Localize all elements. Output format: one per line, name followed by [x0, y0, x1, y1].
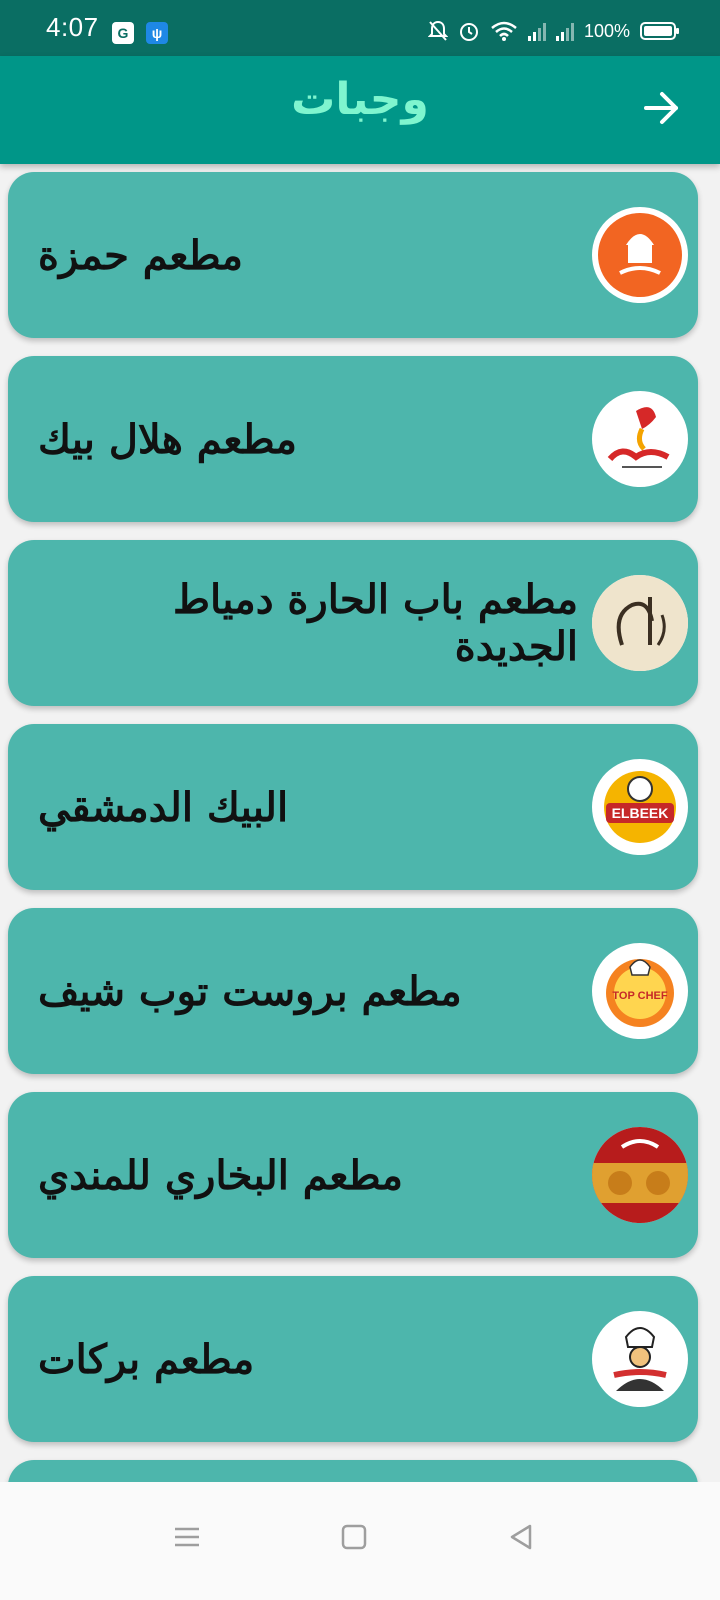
mute-bell-icon — [427, 20, 448, 41]
system-icons: 100% — [427, 20, 679, 42]
elbukhari-logo — [592, 1127, 688, 1223]
bab-elhara-logo — [592, 575, 688, 671]
back-button[interactable] — [640, 86, 684, 130]
translate-icon: G — [112, 22, 134, 44]
arrow-back-icon — [644, 92, 678, 124]
restaurant-card[interactable] — [8, 1460, 698, 1482]
wifi-icon — [491, 21, 517, 41]
svg-text:ELBEEK: ELBEEK — [612, 805, 669, 821]
restaurant-card[interactable]: مطعم باب الحارة دمياط الجديدة — [8, 540, 698, 706]
svg-text:TOP CHEF: TOP CHEF — [612, 990, 667, 1002]
restaurant-name: مطعم بركات — [38, 1335, 255, 1383]
restaurant-name: مطعم هلال بيك — [38, 415, 297, 463]
top-chef-logo: TOP CHEF — [592, 943, 688, 1039]
hamza-logo — [592, 207, 688, 303]
restaurant-card[interactable]: مطعم البخاري للمندي — [8, 1092, 698, 1258]
alarm-icon — [459, 23, 478, 41]
restaurant-name: مطعم حمزة — [38, 231, 243, 279]
home-icon[interactable] — [339, 1522, 369, 1552]
restaurant-name: مطعم باب الحارة دمياط الجديدة — [173, 576, 578, 670]
restaurant-name: مطعم البخاري للمندي — [38, 1151, 403, 1199]
restaurant-list[interactable]: مطعم حمزة مطعم هلال بيك مطعم باب الحارة … — [0, 164, 720, 1482]
signal-icon-1 — [527, 21, 546, 41]
restaurant-card[interactable]: مطعم بروست توب شيف TOP CHEF — [8, 908, 698, 1074]
elbeek-logo: ELBEEK — [592, 759, 688, 855]
app-bar: وجبات — [0, 56, 720, 164]
usb-icon: ψ — [146, 22, 168, 44]
notification-icons: G ψ — [112, 22, 168, 44]
menu-icon[interactable] — [172, 1522, 202, 1552]
status-bar: 4:07 G ψ 100% — [0, 0, 720, 56]
restaurant-card[interactable]: مطعم بركات — [8, 1276, 698, 1442]
page-title: وجبات — [291, 74, 429, 125]
helal-beek-logo — [592, 391, 688, 487]
battery-icon — [640, 22, 679, 40]
signal-icon-2 — [555, 21, 574, 41]
back-triangle-icon[interactable] — [506, 1522, 536, 1552]
restaurant-name: مطعم بروست توب شيف — [38, 967, 462, 1015]
barakat-logo — [592, 1311, 688, 1407]
system-nav-bar — [0, 1482, 720, 1600]
restaurant-card[interactable]: مطعم هلال بيك — [8, 356, 698, 522]
restaurant-card[interactable]: البيك الدمشقي ELBEEK — [8, 724, 698, 890]
restaurant-card[interactable]: مطعم حمزة — [8, 172, 698, 338]
restaurant-name: البيك الدمشقي — [38, 783, 289, 831]
status-time: 4:07 — [46, 12, 99, 42]
battery-percent: 100% — [583, 20, 630, 41]
